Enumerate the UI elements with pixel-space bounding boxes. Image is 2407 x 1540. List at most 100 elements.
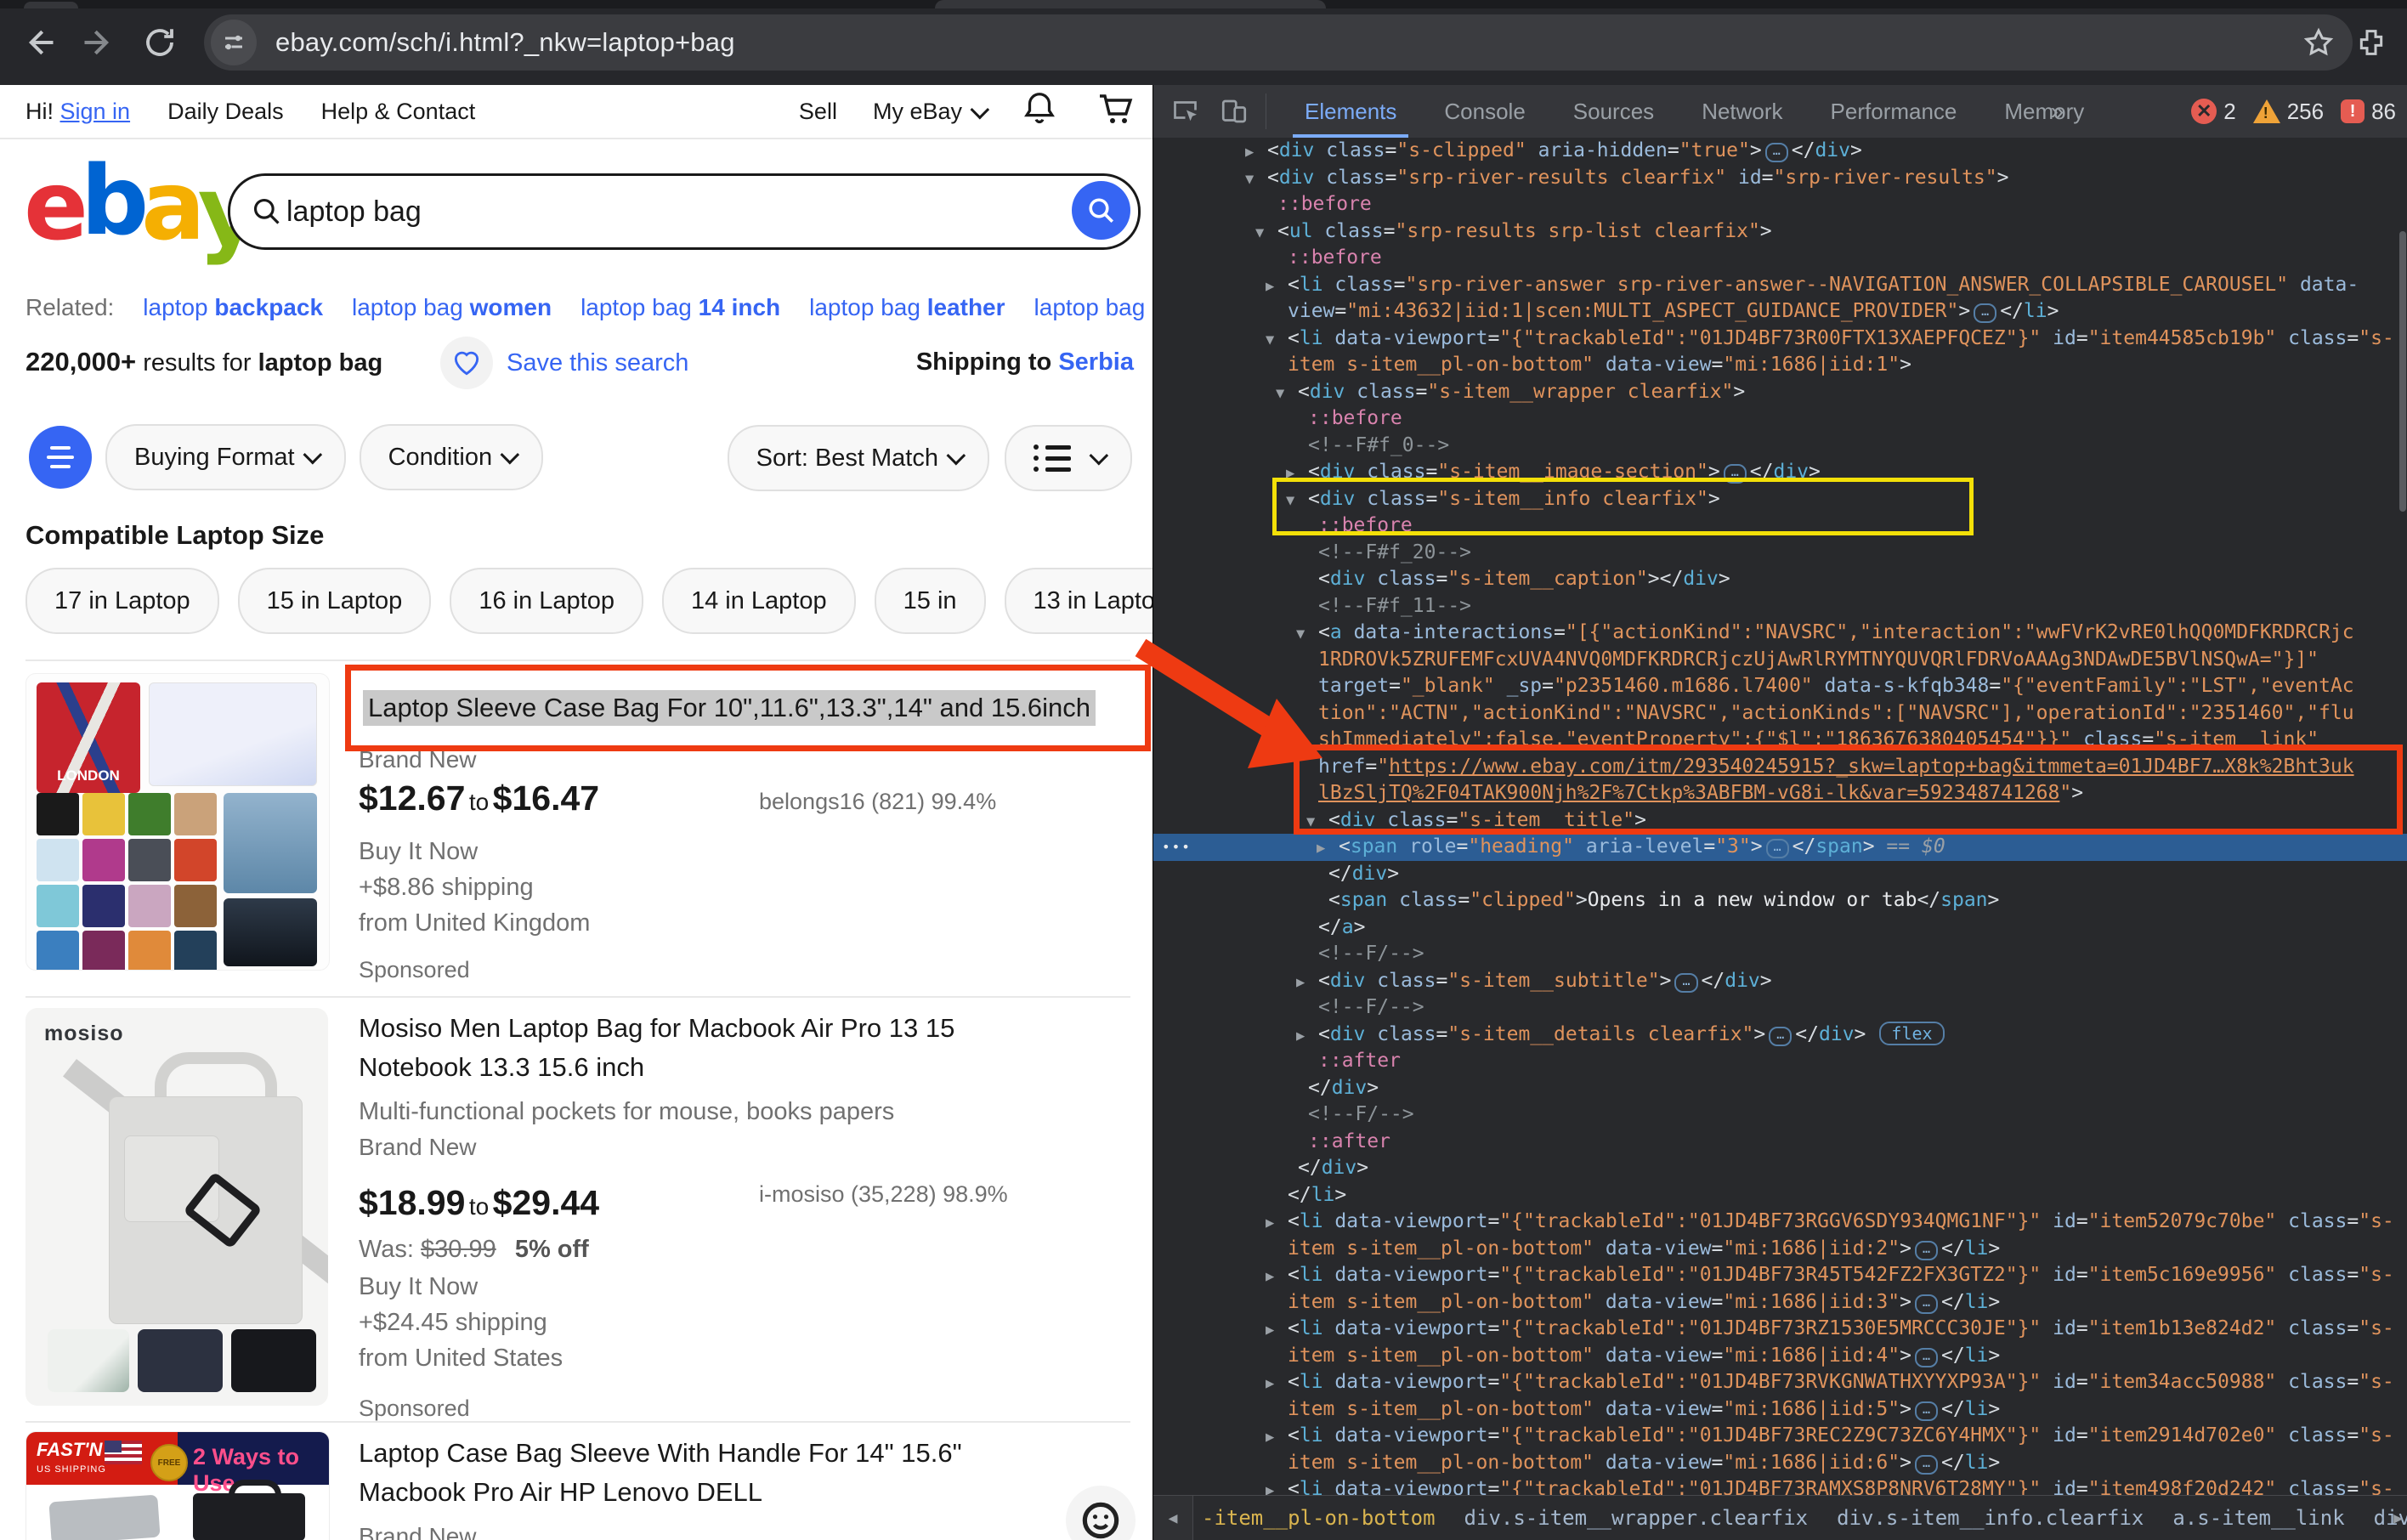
- listing-thumbnail[interactable]: mosiso: [25, 1008, 328, 1406]
- size-pill[interactable]: 14 in Laptop: [662, 568, 856, 634]
- listing-thumbnail[interactable]: LONDON: [25, 673, 330, 971]
- tab-performance[interactable]: Performance: [1807, 85, 1981, 138]
- sell-link[interactable]: Sell: [799, 99, 837, 125]
- expand-toggle-icon[interactable]: ▶: [1317, 835, 1339, 863]
- inspect-element-icon[interactable]: [1167, 92, 1206, 131]
- expand-children-button[interactable]: …: [1974, 303, 1996, 323]
- devtools-code-line[interactable]: </div>: [1153, 1075, 2407, 1102]
- devtools-code-line[interactable]: ▼<div class="s-item__wrapper clearfix">: [1153, 379, 2407, 406]
- expand-toggle-icon[interactable]: ▶: [1266, 1478, 1288, 1496]
- devtools-code-line[interactable]: ::before: [1153, 245, 2407, 272]
- devtools-code-line[interactable]: ▼<div class="srp-river-results clearfix"…: [1153, 165, 2407, 192]
- warning-badge[interactable]: !256: [2253, 99, 2324, 125]
- devtools-code-line[interactable]: ▶<li class="srp-river-answer srp-river-a…: [1153, 272, 2407, 299]
- devtools-code-line[interactable]: ::after: [1153, 1048, 2407, 1075]
- devtools-code-line[interactable]: item s-item__pl-on-bottom" data-view="mi…: [1153, 1236, 2407, 1263]
- expand-toggle-icon[interactable]: ▶: [1266, 1264, 1288, 1291]
- tab-sources[interactable]: Sources: [1549, 85, 1678, 138]
- forward-button[interactable]: [75, 19, 122, 66]
- sort-dropdown[interactable]: Sort: Best Match: [728, 425, 989, 491]
- devtools-code-line[interactable]: <!--F#f_0-->: [1153, 433, 2407, 460]
- devtools-code-line[interactable]: ▶<li data-viewport="{"trackableId":"01JD…: [1153, 1423, 2407, 1450]
- shipping-location-link[interactable]: Serbia: [1058, 348, 1134, 376]
- bookmark-star-icon[interactable]: [2295, 19, 2342, 66]
- related-link[interactable]: laptop backpack: [143, 294, 323, 328]
- expand-toggle-icon[interactable]: ▼: [1245, 167, 1267, 194]
- devtools-code-line[interactable]: view="mi:43632|iid:1|scen:MULTI_ASPECT_G…: [1153, 298, 2407, 326]
- expand-toggle-icon[interactable]: ▶: [1266, 274, 1288, 301]
- listing-title-line2[interactable]: Notebook 13.3 15.6 inch: [359, 1052, 644, 1083]
- size-pill[interactable]: 15 in Laptop: [238, 568, 432, 634]
- tab-console[interactable]: Console: [1420, 85, 1549, 138]
- expand-toggle-icon[interactable]: ▶: [1266, 1424, 1288, 1452]
- filter-menu-button[interactable]: [29, 426, 92, 489]
- related-link[interactable]: laptop bag 14 inch: [581, 294, 780, 328]
- devtools-code-line[interactable]: </div>: [1153, 1155, 2407, 1182]
- devtools-code-line[interactable]: <!--F#f_20-->: [1153, 540, 2407, 567]
- buying-format-dropdown[interactable]: Buying Format: [105, 424, 346, 490]
- feedback-button[interactable]: [1066, 1486, 1136, 1540]
- expand-toggle-icon[interactable]: ▶: [1266, 1317, 1288, 1345]
- ebay-logo[interactable]: ebay: [24, 151, 252, 262]
- devtools-code-line[interactable]: item s-item__pl-on-bottom" data-view="mi…: [1153, 1396, 2407, 1424]
- related-link[interactable]: laptop bag women: [352, 294, 552, 328]
- expand-children-button[interactable]: …: [1769, 1027, 1792, 1046]
- expand-toggle-icon[interactable]: ▼: [1296, 621, 1318, 648]
- devtools-code-line[interactable]: item s-item__pl-on-bottom" data-view="mi…: [1153, 1450, 2407, 1477]
- devtools-code-line[interactable]: item s-item__pl-on-bottom" data-view="mi…: [1153, 1289, 2407, 1316]
- error-badge[interactable]: ✕2: [2191, 99, 2235, 125]
- listing-title[interactable]: Laptop Case Bag Sleeve With Handle For 1…: [359, 1438, 962, 1469]
- listing-title[interactable]: Mosiso Men Laptop Bag for Macbook Air Pr…: [359, 1013, 954, 1044]
- breadcrumb-scroll-right[interactable]: ▶: [2393, 1509, 2403, 1527]
- device-toolbar-icon[interactable]: [1215, 92, 1254, 131]
- devtools-code-line[interactable]: ▶<div class="s-item__details clearfix">……: [1153, 1022, 2407, 1049]
- listing-thumbnail[interactable]: FAST'N US SHIPPING FREE 2 Ways to Use: [25, 1431, 330, 1540]
- daily-deals-link[interactable]: Daily Deals: [167, 99, 284, 125]
- url-bar[interactable]: ebay.com/sch/i.html?_nkw=laptop+bag: [204, 14, 2353, 71]
- devtools-code-line[interactable]: item s-item__pl-on-bottom" data-view="mi…: [1153, 1343, 2407, 1370]
- help-contact-link[interactable]: Help & Contact: [321, 99, 476, 125]
- breadcrumb-scroll-left[interactable]: ◀: [1153, 1496, 1193, 1540]
- expand-children-button[interactable]: …: [1915, 1348, 1938, 1367]
- devtools-code-line[interactable]: ▼<li data-viewport="{"trackableId":"01JD…: [1153, 326, 2407, 353]
- related-link[interactable]: laptop bag leather: [809, 294, 1005, 328]
- expand-toggle-icon[interactable]: ▶: [1296, 1023, 1318, 1050]
- breadcrumb-item[interactable]: a.s-item__link: [2172, 1506, 2344, 1530]
- expand-children-button[interactable]: …: [1915, 1294, 1938, 1314]
- breadcrumb-item[interactable]: div.s-item__wrapper.clearfix: [1464, 1506, 1809, 1530]
- devtools-code-line[interactable]: <div class="s-item__caption"></div>: [1153, 566, 2407, 593]
- expand-toggle-icon[interactable]: ▼: [1255, 220, 1277, 247]
- extensions-icon[interactable]: [2348, 19, 2395, 66]
- devtools-code-line[interactable]: ::after: [1153, 1129, 2407, 1156]
- devtools-selected-node[interactable]: •••▶<span role="heading" aria-level="3">…: [1153, 834, 2407, 861]
- expand-children-button[interactable]: …: [1915, 1401, 1938, 1421]
- expand-toggle-icon[interactable]: ▼: [1266, 327, 1288, 354]
- reload-button[interactable]: [136, 19, 184, 66]
- expand-toggle-icon[interactable]: ▼: [1276, 381, 1298, 408]
- size-pill[interactable]: 16 in Laptop: [450, 568, 643, 634]
- devtools-code-line[interactable]: ::before: [1153, 405, 2407, 433]
- devtools-code-line[interactable]: ▶<li data-viewport="{"trackableId":"01JD…: [1153, 1262, 2407, 1289]
- site-info-icon[interactable]: [211, 20, 257, 65]
- listing-title-line2[interactable]: Macbook Pro Air HP Lenovo DELL: [359, 1477, 762, 1508]
- my-ebay-dropdown[interactable]: My eBay: [873, 99, 984, 125]
- search-input[interactable]: laptop bag: [228, 173, 1141, 250]
- devtools-code-line[interactable]: </li>: [1153, 1182, 2407, 1209]
- devtools-code-line[interactable]: </div>: [1153, 861, 2407, 888]
- devtools-code-line[interactable]: ▶<li data-viewport="{"trackableId":"01JD…: [1153, 1369, 2407, 1396]
- breadcrumb-item[interactable]: -item__pl-on-bottom: [1202, 1506, 1436, 1530]
- expand-children-button[interactable]: …: [1674, 973, 1697, 993]
- save-search-button[interactable]: Save this search: [440, 337, 688, 389]
- expand-toggle-icon[interactable]: ▶: [1266, 1210, 1288, 1237]
- expand-toggle-icon[interactable]: ▶: [1296, 970, 1318, 997]
- devtools-code-line[interactable]: ::before: [1153, 191, 2407, 218]
- devtools-code-line[interactable]: ▶<div class="s-clipped" aria-hidden="tru…: [1153, 138, 2407, 165]
- devtools-code-line[interactable]: <!--F/-->: [1153, 941, 2407, 968]
- devtools-code-line[interactable]: target="_blank" _sp="p2351460.m1686.l740…: [1153, 673, 2407, 700]
- flex-badge[interactable]: flex: [1879, 1022, 1944, 1045]
- devtools-code-line[interactable]: <!--F/-->: [1153, 1101, 2407, 1129]
- expand-toggle-icon[interactable]: ▶: [1266, 1371, 1288, 1398]
- devtools-code-line[interactable]: <!--F#f_11-->: [1153, 593, 2407, 620]
- devtools-code-line[interactable]: ▼<ul class="srp-results srp-list clearfi…: [1153, 218, 2407, 246]
- back-button[interactable]: [15, 19, 63, 66]
